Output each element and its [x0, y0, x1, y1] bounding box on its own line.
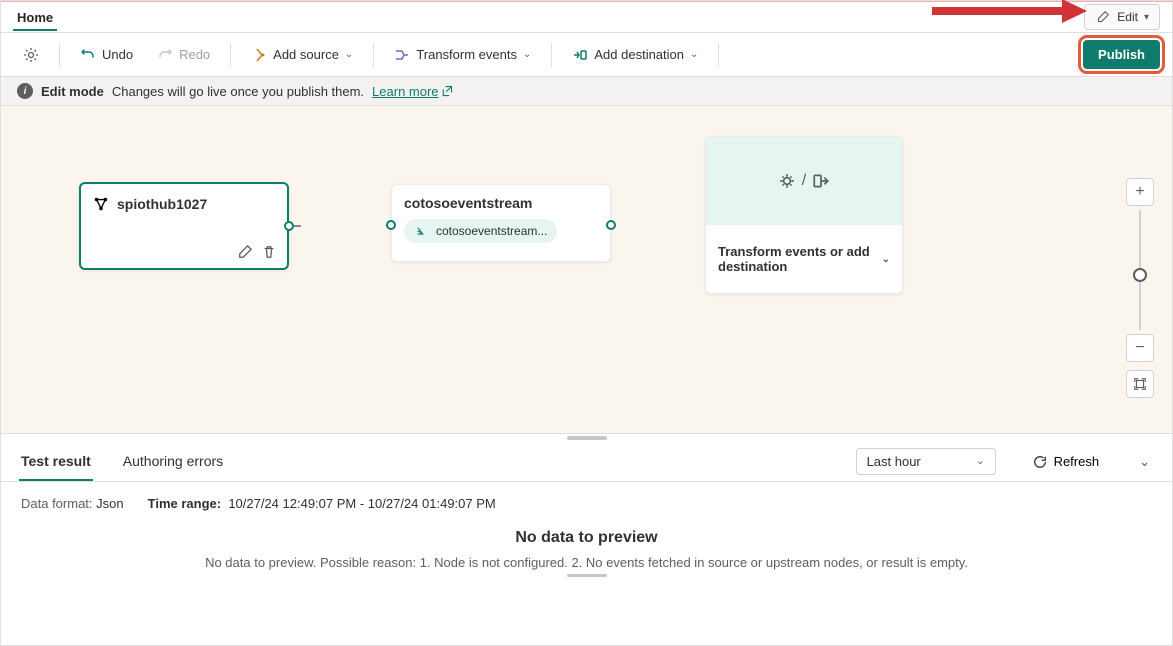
tab-test-result[interactable]: Test result [19, 443, 93, 481]
edit-mode-dropdown[interactable]: Edit ▾ [1084, 4, 1160, 30]
info-mode-label: Edit mode [41, 84, 104, 99]
info-bar: i Edit mode Changes will go live once yo… [1, 77, 1172, 106]
gear-icon [23, 47, 39, 63]
trash-icon[interactable] [261, 244, 277, 260]
data-format-value: Json [96, 496, 123, 511]
node-source[interactable]: spiothub1027 [79, 182, 289, 270]
destination-hint: Transform events or add destination [718, 244, 882, 274]
separator [551, 43, 552, 67]
node-destination-placeholder[interactable]: / Transform events or add destination ⌄ [705, 136, 903, 294]
info-message: Changes will go live once you publish th… [112, 84, 364, 99]
transform-gear-icon [778, 172, 796, 190]
panel-resize-handle[interactable] [1, 434, 1172, 442]
refresh-button[interactable]: Refresh [1024, 449, 1108, 475]
zoom-out-button[interactable]: − [1126, 334, 1154, 362]
edit-label: Edit [1117, 10, 1138, 24]
transform-events-label: Transform events [416, 47, 517, 62]
zoom-controls: + − [1126, 178, 1154, 398]
stream-icon [414, 223, 430, 239]
time-range-label: Time range: [148, 496, 221, 511]
node-stream-title: cotosoeventstream [404, 195, 598, 211]
transform-events-button[interactable]: Transform events ⌄ [384, 41, 541, 69]
time-select-value: Last hour [867, 454, 921, 469]
tab-authoring-errors[interactable]: Authoring errors [121, 443, 225, 481]
data-format-label: Data format: [21, 496, 93, 511]
no-data-message: No data to preview. Possible reason: 1. … [21, 555, 1152, 570]
exit-icon [812, 172, 830, 190]
add-source-icon [251, 47, 267, 63]
separator [718, 43, 719, 67]
iothub-icon [93, 196, 109, 212]
refresh-icon [1032, 454, 1048, 470]
no-data-title: No data to preview [21, 529, 1152, 547]
learn-more-label: Learn more [372, 84, 438, 99]
bottom-panel: Test result Authoring errors Last hour ⌄… [1, 434, 1172, 634]
canvas[interactable]: spiothub1027 cotosoeventstream cotosoeve… [1, 106, 1172, 434]
chevron-down-icon: ⌄ [976, 456, 984, 467]
redo-label: Redo [179, 47, 210, 62]
chevron-down-icon: ⌄ [690, 49, 698, 60]
slash: / [802, 172, 806, 190]
refresh-label: Refresh [1054, 454, 1100, 469]
settings-button[interactable] [13, 41, 49, 69]
add-destination-button[interactable]: Add destination ⌄ [562, 41, 708, 69]
separator [59, 43, 60, 67]
zoom-slider[interactable] [1139, 210, 1141, 330]
panel-body: Data format: Json Time range: 10/27/24 1… [1, 482, 1172, 634]
chevron-down-icon: ⌄ [345, 49, 353, 60]
pencil-icon[interactable] [237, 244, 253, 260]
info-icon: i [17, 83, 33, 99]
time-range-select[interactable]: Last hour ⌄ [856, 448, 996, 475]
port-stream-in[interactable] [386, 220, 396, 230]
zoom-thumb[interactable] [1133, 268, 1147, 282]
port-source-out[interactable] [284, 221, 294, 231]
toolbar: Undo Redo Add source ⌄ Transform events … [1, 33, 1172, 77]
chevron-down-icon: ⌄ [523, 49, 531, 60]
pencil-icon [1095, 9, 1111, 25]
panel-collapse-icon[interactable]: ⌄ [1135, 450, 1154, 474]
undo-label: Undo [102, 47, 133, 62]
learn-more-link[interactable]: Learn more [372, 84, 452, 99]
redo-icon [157, 47, 173, 63]
panel-header: Test result Authoring errors Last hour ⌄… [1, 442, 1172, 482]
zoom-fit-button[interactable] [1126, 370, 1154, 398]
node-source-title: spiothub1027 [117, 196, 207, 212]
node-eventstream[interactable]: cotosoeventstream cotosoeventstream... [391, 184, 611, 262]
redo-button[interactable]: Redo [147, 41, 220, 69]
stream-chip[interactable]: cotosoeventstream... [404, 219, 557, 243]
separator [230, 43, 231, 67]
external-link-icon [441, 85, 453, 97]
port-stream-out[interactable] [606, 220, 616, 230]
undo-icon [80, 47, 96, 63]
time-range-value: 10/27/24 12:49:07 PM - 10/27/24 01:49:07… [228, 496, 495, 511]
tab-home[interactable]: Home [13, 4, 57, 31]
undo-button[interactable]: Undo [70, 41, 143, 69]
zoom-in-button[interactable]: + [1126, 178, 1154, 206]
add-source-label: Add source [273, 47, 339, 62]
chevron-down-icon: ▾ [1144, 12, 1149, 23]
add-destination-icon [572, 47, 588, 63]
add-source-button[interactable]: Add source ⌄ [241, 41, 363, 69]
chevron-down-icon[interactable]: ⌄ [882, 254, 890, 265]
panel-footer-handle[interactable] [21, 570, 1152, 581]
transform-icon [394, 47, 410, 63]
stream-chip-label: cotosoeventstream... [436, 224, 547, 238]
ribbon-tabs: Home Edit ▾ [1, 1, 1172, 33]
publish-button[interactable]: Publish [1083, 40, 1160, 69]
separator [373, 43, 374, 67]
add-destination-label: Add destination [594, 47, 684, 62]
